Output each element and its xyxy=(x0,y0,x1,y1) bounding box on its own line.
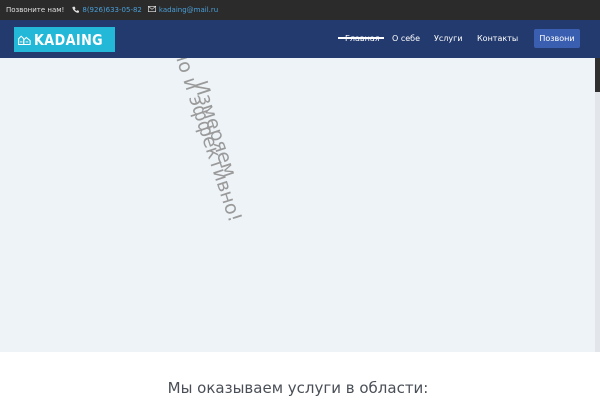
hero-section: Измеряем но и эффективно! xyxy=(0,58,600,352)
call-button[interactable]: Позвони xyxy=(534,29,580,48)
phone-icon xyxy=(72,6,80,15)
services-section: Мы оказываем услуги в области: xyxy=(0,352,600,400)
main-navbar: KADAING Главная О себе Услуги Контакты П… xyxy=(0,20,600,58)
nav-item-services[interactable]: Услуги xyxy=(434,20,463,58)
logo-house-icon xyxy=(18,34,31,45)
nav-item-home[interactable]: Главная xyxy=(345,20,380,58)
page-scrollbar-thumb[interactable] xyxy=(595,58,600,92)
email-link[interactable]: kadaing@mail.ru xyxy=(159,6,218,14)
mail-icon xyxy=(147,6,156,14)
call-us-label: Позвоните нам! xyxy=(6,6,65,14)
phone-link[interactable]: 8(926)633-05-82 xyxy=(82,6,142,14)
nav-item-about[interactable]: О себе xyxy=(392,20,420,58)
nav-item-contacts[interactable]: Контакты xyxy=(477,20,518,58)
page-scrollbar-track[interactable] xyxy=(595,58,600,400)
site-logo[interactable]: KADAING xyxy=(14,27,115,52)
logo-text: KADAING xyxy=(33,30,103,49)
top-contact-bar: Позвоните нам! 8(926)633-05-82 kadaing@m… xyxy=(0,0,600,20)
services-heading: Мы оказываем услуги в области: xyxy=(167,379,429,397)
